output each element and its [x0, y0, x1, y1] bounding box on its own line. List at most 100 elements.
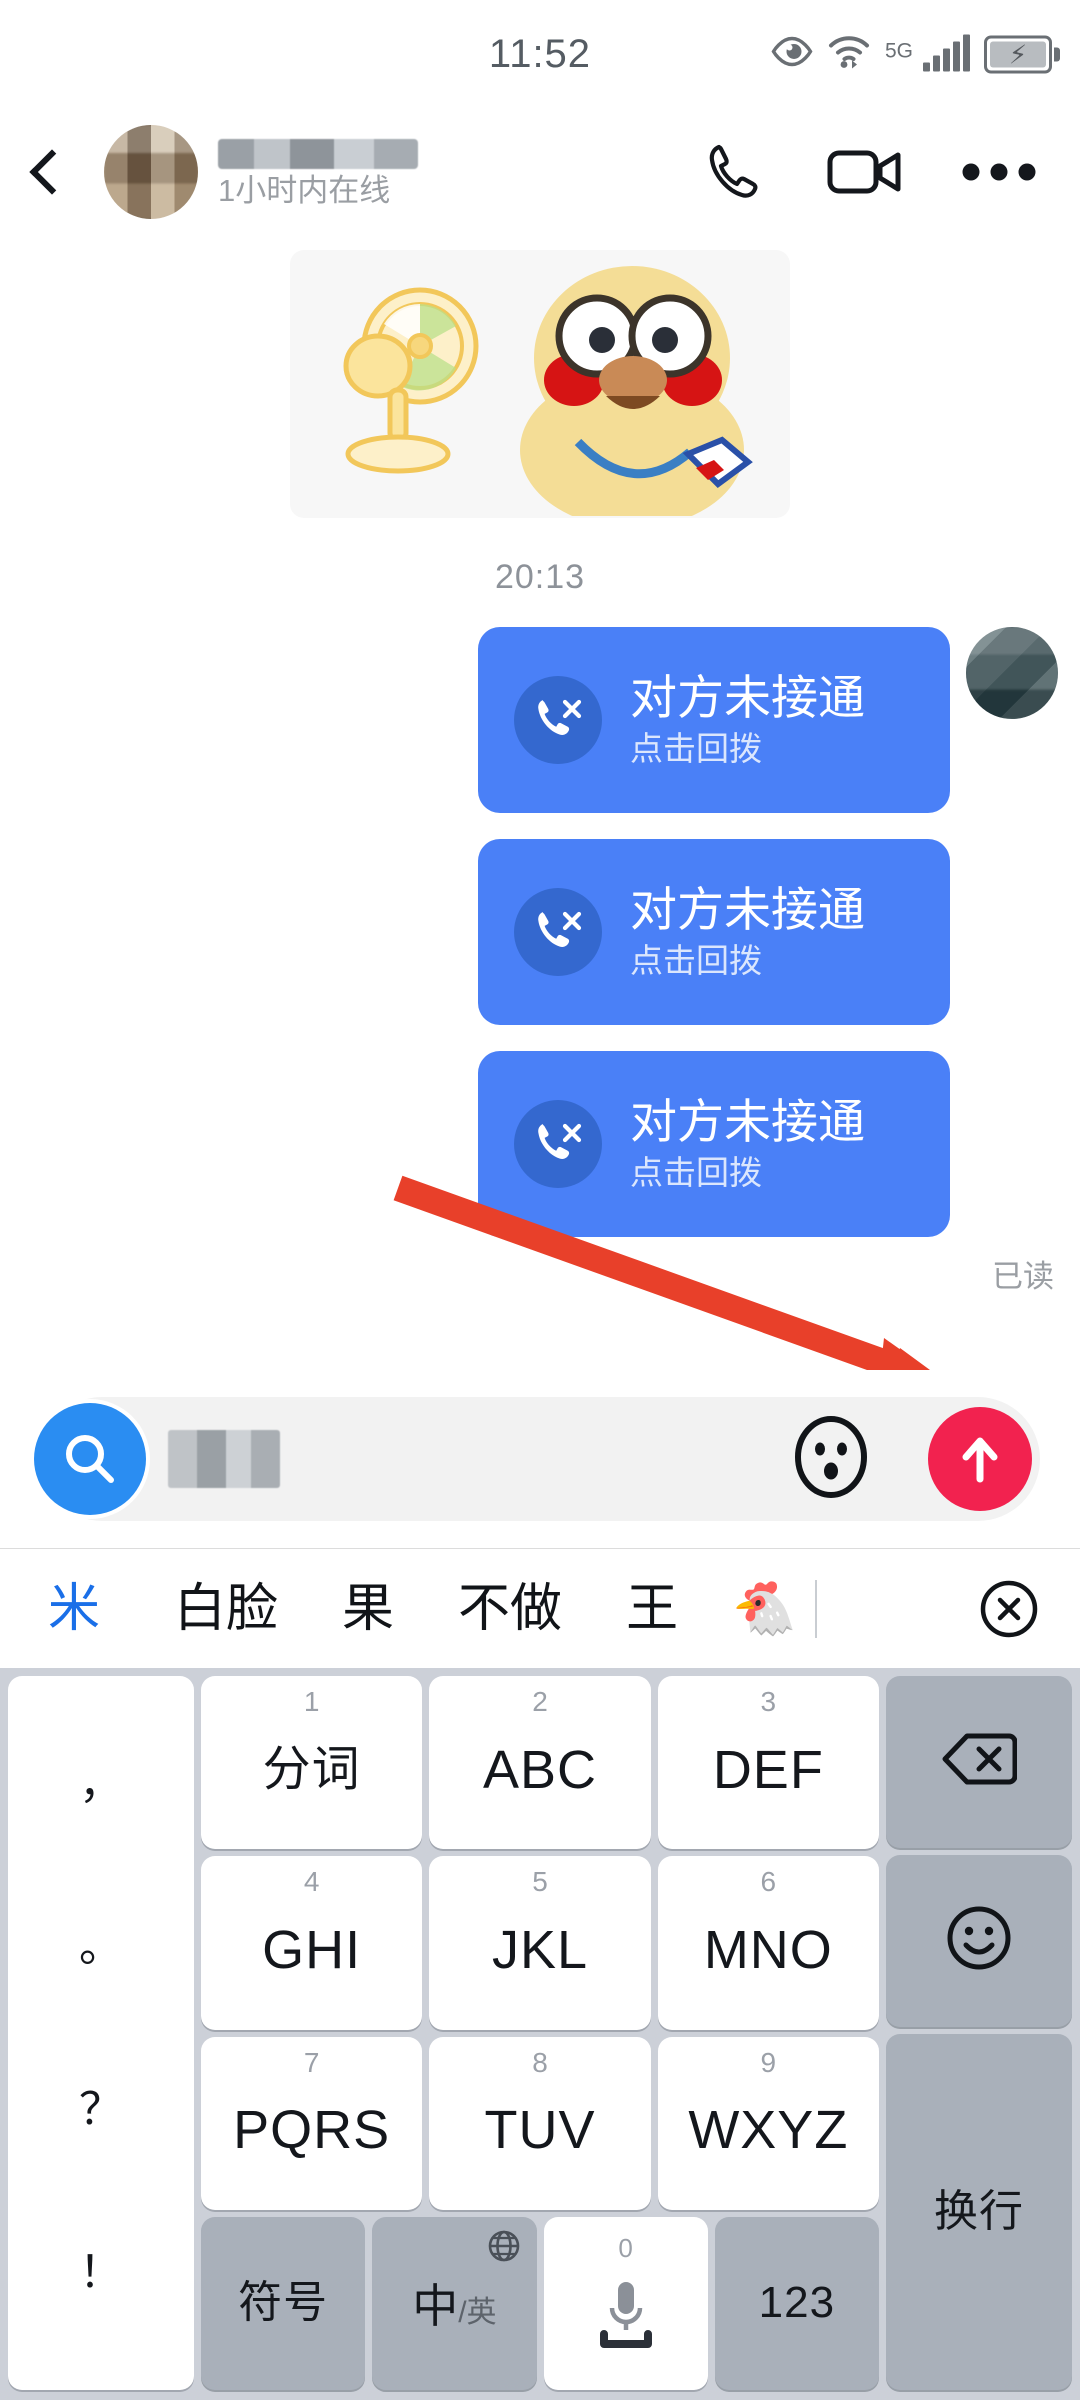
key-9-wxyz[interactable]: 9 WXYZ	[657, 2036, 879, 2210]
contact-avatar[interactable]	[104, 125, 198, 219]
message-input-pill[interactable]	[34, 1397, 1040, 1521]
punct-period[interactable]: 。	[79, 1924, 123, 1969]
key-label: 符号	[238, 2278, 329, 2328]
key-4-ghi[interactable]: 4 GHI	[201, 1856, 423, 2030]
ime-candidate-bar: 米 白脸 果 不做 王 🐔	[0, 1548, 1080, 1669]
bubble-title: 对方未接通	[630, 1095, 865, 1149]
video-call-icon[interactable]	[826, 141, 904, 203]
punct-exclaim[interactable]: ！	[79, 2250, 123, 2295]
keyboard-left-column: ， 。 ？ ！	[8, 1676, 194, 2390]
key-language-toggle[interactable]: 中 /英	[372, 2216, 537, 2390]
candidate-item[interactable]: 王	[612, 1583, 692, 1635]
keyboard: ， 。 ？ ！ 1 分词 2 ABC 3 DEF 4 GHI 5 JKL 6 M…	[0, 1668, 1080, 2400]
candidate-item[interactable]: 米	[34, 1583, 114, 1635]
candidate-item[interactable]: 果	[328, 1583, 408, 1635]
punct-question[interactable]: ？	[79, 2087, 123, 2132]
voice-call-icon[interactable]	[700, 137, 770, 207]
key-emoji[interactable]	[886, 1854, 1072, 2027]
missed-call-bubble[interactable]: 对方未接通 点击回拨	[478, 627, 950, 813]
send-button[interactable]	[928, 1407, 1032, 1511]
keyboard-row: 符号 中 /英 0 123	[201, 2216, 879, 2390]
network-type-label: 5G	[884, 39, 913, 63]
missed-call-icon	[514, 1100, 602, 1188]
key-symbols[interactable]: 符号	[201, 2216, 366, 2390]
bubble-text: 对方未接通 点击回拨	[630, 884, 865, 980]
lang-secondary: /英	[458, 2296, 497, 2330]
key-2-abc[interactable]: 2 ABC	[429, 1676, 651, 1850]
contact-name	[218, 138, 418, 169]
key-1-fenci[interactable]: 1 分词	[201, 1676, 423, 1850]
key-number: 8	[532, 2046, 548, 2078]
missed-call-icon	[514, 888, 602, 976]
key-number: 9	[760, 2046, 777, 2078]
key-label: GHI	[262, 1919, 362, 1980]
search-icon[interactable]	[34, 1403, 146, 1515]
key-label: PQRS	[233, 2100, 391, 2161]
key-number: 5	[532, 1866, 548, 1898]
bubble-text: 对方未接通 点击回拨	[630, 672, 865, 768]
back-chevron-icon	[29, 149, 75, 195]
emoji-smiley-icon	[944, 1903, 1014, 1978]
wifi-icon	[827, 34, 871, 75]
sender-avatar[interactable]	[966, 627, 1058, 719]
more-options-icon[interactable]	[960, 160, 1038, 184]
candidate-item[interactable]: 不做	[444, 1583, 576, 1635]
key-label: 123	[758, 2278, 836, 2328]
key-number: 7	[303, 2046, 320, 2078]
bubble-subtitle: 点击回拨	[630, 1153, 762, 1191]
online-status-label: 1小时内在线	[218, 172, 391, 208]
key-6-mno[interactable]: 6 MNO	[657, 1856, 879, 2030]
battery-charging-icon: ⚡	[984, 35, 1060, 73]
key-label: 分词	[262, 1742, 361, 1796]
read-receipt-label: 已读	[992, 1259, 1054, 1294]
key-3-def[interactable]: 3 DEF	[657, 1676, 879, 1850]
header-actions	[700, 137, 1080, 207]
missed-call-bubble[interactable]: 对方未接通 点击回拨	[478, 839, 950, 1025]
back-button[interactable]	[0, 108, 104, 236]
close-circle-icon[interactable]	[978, 1578, 1040, 1640]
sticker-message-row	[0, 236, 1080, 518]
bubble-title: 对方未接通	[630, 671, 865, 725]
keyboard-row: 4 GHI 5 JKL 6 MNO	[201, 1856, 879, 2030]
candidate-item[interactable]: 白脸	[160, 1583, 292, 1635]
bubble-title: 对方未接通	[630, 883, 865, 937]
key-label: DEF	[712, 1739, 824, 1800]
signal-bars-icon	[923, 34, 970, 71]
key-backspace[interactable]	[886, 1676, 1072, 1848]
candidate-emoji[interactable]: 🐔	[722, 1583, 807, 1635]
bubble-subtitle: 点击回拨	[630, 941, 762, 979]
punct-comma[interactable]: ，	[79, 1761, 123, 1806]
globe-icon	[487, 2229, 521, 2268]
key-label: WXYZ	[688, 2100, 849, 2161]
key-7-pqrs[interactable]: 7 PQRS	[201, 2036, 423, 2210]
time-separator: 20:13	[494, 558, 586, 596]
chick-illustration	[520, 266, 753, 516]
key-label: JKL	[491, 1919, 589, 1980]
key-space[interactable]: 0	[543, 2216, 708, 2390]
message-list[interactable]: 20:13 对方未接通 点击回拨 对方未接通 点击回拨 对方未接通 点击回拨 已…	[0, 236, 1080, 1370]
missed-call-icon	[514, 676, 602, 764]
send-arrow-up-icon	[962, 1437, 998, 1483]
key-label: MNO	[703, 1919, 833, 1980]
key-numeric[interactable]: 123	[714, 2216, 879, 2390]
missed-call-bubble[interactable]: 对方未接通 点击回拨	[478, 1051, 950, 1237]
sticker-message[interactable]	[290, 250, 790, 518]
keyboard-right-column: 换行	[886, 1676, 1072, 2390]
emoji-face-icon[interactable]	[792, 1415, 870, 1504]
key-number: 4	[303, 1866, 320, 1898]
contact-meta: 1小时内在线	[218, 138, 418, 208]
key-enter[interactable]: 换行	[886, 2033, 1072, 2390]
chat-header: 1小时内在线	[0, 108, 1080, 237]
message-input-bar	[0, 1370, 1080, 1548]
message-row: 对方未接通 点击回拨	[0, 839, 1080, 1025]
key-label: TUV	[484, 2100, 596, 2161]
status-icon-group: 5G ⚡	[771, 34, 1060, 75]
key-number: 0	[618, 2232, 633, 2263]
message-input-text[interactable]	[168, 1430, 280, 1488]
key-8-tuv[interactable]: 8 TUV	[429, 2036, 651, 2210]
key-5-jkl[interactable]: 5 JKL	[429, 1856, 651, 2030]
key-label: ABC	[482, 1739, 598, 1800]
punctuation-key[interactable]: ， 。 ？ ！	[8, 1676, 194, 2390]
backspace-icon	[941, 1730, 1018, 1793]
bubble-subtitle: 点击回拨	[630, 729, 762, 767]
